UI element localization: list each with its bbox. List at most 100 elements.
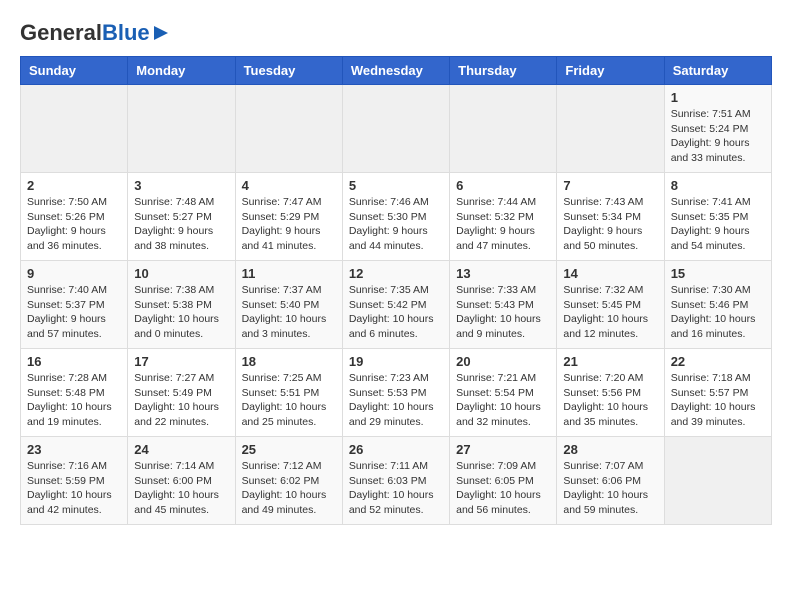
day-number: 27	[456, 442, 550, 457]
day-number: 1	[671, 90, 765, 105]
weekday-header-saturday: Saturday	[664, 57, 771, 85]
calendar-cell: 2 Sunrise: 7:50 AM Sunset: 5:26 PM Daylig…	[21, 173, 128, 261]
calendar-week-row: 9 Sunrise: 7:40 AM Sunset: 5:37 PM Daylig…	[21, 261, 772, 349]
day-info: Sunrise: 7:30 AM Sunset: 5:46 PM Dayligh…	[671, 283, 765, 342]
day-info: Sunrise: 7:12 AM Sunset: 6:02 PM Dayligh…	[242, 459, 336, 518]
logo-blue-text: Blue	[102, 20, 150, 45]
calendar-cell: 22 Sunrise: 7:18 AM Sunset: 5:57 PM Dayli…	[664, 349, 771, 437]
day-number: 25	[242, 442, 336, 457]
calendar-week-row: 1 Sunrise: 7:51 AM Sunset: 5:24 PM Daylig…	[21, 85, 772, 173]
day-info: Sunrise: 7:40 AM Sunset: 5:37 PM Dayligh…	[27, 283, 121, 342]
weekday-header-wednesday: Wednesday	[342, 57, 449, 85]
calendar-cell	[128, 85, 235, 173]
calendar-cell: 4Sunrise: 7:47 AM Sunset: 5:29 PM Daylig…	[235, 173, 342, 261]
page-header: GeneralBlue	[20, 20, 772, 46]
day-number: 23	[27, 442, 121, 457]
weekday-header-friday: Friday	[557, 57, 664, 85]
day-number: 10	[134, 266, 228, 281]
calendar-week-row: 23 Sunrise: 7:16 AM Sunset: 5:59 PM Dayli…	[21, 437, 772, 525]
weekday-header-monday: Monday	[128, 57, 235, 85]
calendar-cell: 5 Sunrise: 7:46 AM Sunset: 5:30 PM Daylig…	[342, 173, 449, 261]
day-number: 2	[27, 178, 121, 193]
calendar-cell: 20 Sunrise: 7:21 AM Sunset: 5:54 PM Dayli…	[450, 349, 557, 437]
calendar-cell: 3 Sunrise: 7:48 AM Sunset: 5:27 PM Daylig…	[128, 173, 235, 261]
day-info: Sunrise: 7:21 AM Sunset: 5:54 PM Dayligh…	[456, 371, 550, 430]
day-number: 6	[456, 178, 550, 193]
day-info: Sunrise: 7:25 AM Sunset: 5:51 PM Dayligh…	[242, 371, 336, 430]
logo-text: GeneralBlue	[20, 20, 150, 46]
calendar-cell: 19 Sunrise: 7:23 AM Sunset: 5:53 PM Dayli…	[342, 349, 449, 437]
day-number: 13	[456, 266, 550, 281]
weekday-header-thursday: Thursday	[450, 57, 557, 85]
day-info: Sunrise: 7:48 AM Sunset: 5:27 PM Dayligh…	[134, 195, 228, 254]
calendar-cell: 14 Sunrise: 7:32 AM Sunset: 5:45 PM Dayli…	[557, 261, 664, 349]
day-info: Sunrise: 7:37 AM Sunset: 5:40 PM Dayligh…	[242, 283, 336, 342]
weekday-header-row: SundayMondayTuesdayWednesdayThursdayFrid…	[21, 57, 772, 85]
calendar-cell	[21, 85, 128, 173]
day-info: Sunrise: 7:23 AM Sunset: 5:53 PM Dayligh…	[349, 371, 443, 430]
day-number: 19	[349, 354, 443, 369]
day-info: Sunrise: 7:27 AM Sunset: 5:49 PM Dayligh…	[134, 371, 228, 430]
calendar-week-row: 2 Sunrise: 7:50 AM Sunset: 5:26 PM Daylig…	[21, 173, 772, 261]
day-info: Sunrise: 7:46 AM Sunset: 5:30 PM Dayligh…	[349, 195, 443, 254]
day-number: 26	[349, 442, 443, 457]
day-info: Sunrise: 7:16 AM Sunset: 5:59 PM Dayligh…	[27, 459, 121, 518]
day-number: 20	[456, 354, 550, 369]
logo-arrow-icon	[152, 24, 170, 42]
day-info: Sunrise: 7:41 AM Sunset: 5:35 PM Dayligh…	[671, 195, 765, 254]
calendar-cell: 24Sunrise: 7:14 AM Sunset: 6:00 PM Dayli…	[128, 437, 235, 525]
calendar-cell	[557, 85, 664, 173]
weekday-header-sunday: Sunday	[21, 57, 128, 85]
day-number: 11	[242, 266, 336, 281]
calendar-cell	[450, 85, 557, 173]
day-number: 14	[563, 266, 657, 281]
calendar-cell: 1 Sunrise: 7:51 AM Sunset: 5:24 PM Daylig…	[664, 85, 771, 173]
day-info: Sunrise: 7:51 AM Sunset: 5:24 PM Dayligh…	[671, 107, 765, 166]
day-number: 28	[563, 442, 657, 457]
calendar-cell	[664, 437, 771, 525]
day-number: 21	[563, 354, 657, 369]
calendar-cell: 13Sunrise: 7:33 AM Sunset: 5:43 PM Dayli…	[450, 261, 557, 349]
day-number: 24	[134, 442, 228, 457]
day-number: 4	[242, 178, 336, 193]
day-info: Sunrise: 7:32 AM Sunset: 5:45 PM Dayligh…	[563, 283, 657, 342]
calendar-cell: 15 Sunrise: 7:30 AM Sunset: 5:46 PM Dayli…	[664, 261, 771, 349]
calendar-cell: 27 Sunrise: 7:09 AM Sunset: 6:05 PM Dayli…	[450, 437, 557, 525]
calendar-cell	[235, 85, 342, 173]
day-number: 16	[27, 354, 121, 369]
day-number: 15	[671, 266, 765, 281]
calendar-cell: 21Sunrise: 7:20 AM Sunset: 5:56 PM Dayli…	[557, 349, 664, 437]
day-number: 7	[563, 178, 657, 193]
calendar-cell: 9 Sunrise: 7:40 AM Sunset: 5:37 PM Daylig…	[21, 261, 128, 349]
calendar-cell: 8 Sunrise: 7:41 AM Sunset: 5:35 PM Daylig…	[664, 173, 771, 261]
logo: GeneralBlue	[20, 20, 170, 46]
day-info: Sunrise: 7:35 AM Sunset: 5:42 PM Dayligh…	[349, 283, 443, 342]
day-number: 17	[134, 354, 228, 369]
calendar-cell: 28 Sunrise: 7:07 AM Sunset: 6:06 PM Dayli…	[557, 437, 664, 525]
day-number: 22	[671, 354, 765, 369]
calendar-cell: 16 Sunrise: 7:28 AM Sunset: 5:48 PM Dayli…	[21, 349, 128, 437]
day-info: Sunrise: 7:43 AM Sunset: 5:34 PM Dayligh…	[563, 195, 657, 254]
day-number: 5	[349, 178, 443, 193]
calendar-cell: 18Sunrise: 7:25 AM Sunset: 5:51 PM Dayli…	[235, 349, 342, 437]
day-number: 8	[671, 178, 765, 193]
calendar-cell: 25 Sunrise: 7:12 AM Sunset: 6:02 PM Dayli…	[235, 437, 342, 525]
calendar-cell: 11 Sunrise: 7:37 AM Sunset: 5:40 PM Dayli…	[235, 261, 342, 349]
day-info: Sunrise: 7:18 AM Sunset: 5:57 PM Dayligh…	[671, 371, 765, 430]
day-info: Sunrise: 7:07 AM Sunset: 6:06 PM Dayligh…	[563, 459, 657, 518]
day-info: Sunrise: 7:38 AM Sunset: 5:38 PM Dayligh…	[134, 283, 228, 342]
day-info: Sunrise: 7:28 AM Sunset: 5:48 PM Dayligh…	[27, 371, 121, 430]
calendar-cell: 26 Sunrise: 7:11 AM Sunset: 6:03 PM Dayli…	[342, 437, 449, 525]
day-info: Sunrise: 7:09 AM Sunset: 6:05 PM Dayligh…	[456, 459, 550, 518]
weekday-header-tuesday: Tuesday	[235, 57, 342, 85]
calendar-cell: 10 Sunrise: 7:38 AM Sunset: 5:38 PM Dayli…	[128, 261, 235, 349]
day-info: Sunrise: 7:11 AM Sunset: 6:03 PM Dayligh…	[349, 459, 443, 518]
calendar-cell: 12Sunrise: 7:35 AM Sunset: 5:42 PM Dayli…	[342, 261, 449, 349]
day-number: 9	[27, 266, 121, 281]
calendar-cell: 23 Sunrise: 7:16 AM Sunset: 5:59 PM Dayli…	[21, 437, 128, 525]
calendar-cell: 6 Sunrise: 7:44 AM Sunset: 5:32 PM Daylig…	[450, 173, 557, 261]
calendar-table: SundayMondayTuesdayWednesdayThursdayFrid…	[20, 56, 772, 525]
day-info: Sunrise: 7:50 AM Sunset: 5:26 PM Dayligh…	[27, 195, 121, 254]
day-number: 3	[134, 178, 228, 193]
day-info: Sunrise: 7:44 AM Sunset: 5:32 PM Dayligh…	[456, 195, 550, 254]
